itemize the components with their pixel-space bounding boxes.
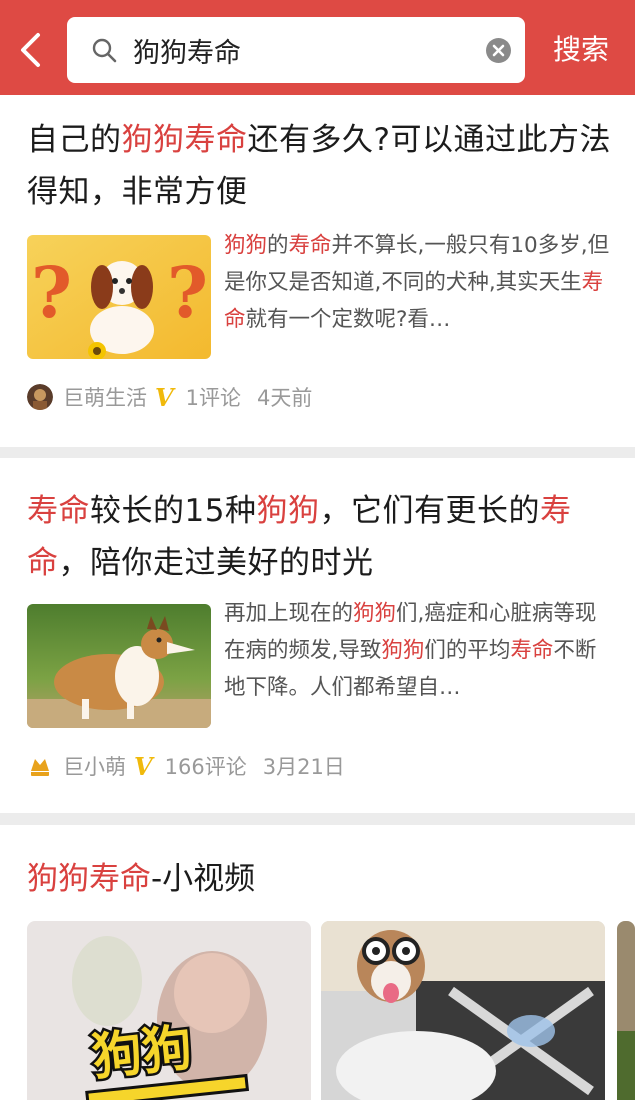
result-meta: 巨萌生活 V 1评论 4天前 [27,382,312,412]
result-title[interactable]: 寿命较长的15种狗狗，它们有更长的寿命，陪你走过美好的时光 [27,485,617,589]
publish-time: 3月21日 [262,755,345,779]
back-button[interactable] [14,30,50,70]
video-overlay-text: 狗狗 [89,1018,195,1086]
dog-question-image: ? ? [27,235,211,359]
result-meta: 巨小萌 V 166评论 3月21日 [27,751,345,781]
search-header: 搜索 [0,0,635,95]
author-name[interactable]: 巨萌生活 [63,382,147,412]
chevron-left-icon [21,33,40,67]
video-card[interactable] [321,921,605,1100]
result-card[interactable]: 寿命较长的15种狗狗，它们有更长的寿命，陪你走过美好的时光 再加上现在的狗狗们,… [0,458,635,813]
result-thumbnail[interactable] [27,604,211,728]
author-avatar[interactable] [27,753,53,779]
result-thumbnail[interactable]: ? ? [27,235,211,359]
video-card[interactable]: 狗狗 [27,921,311,1100]
verified-badge-icon: V [155,382,174,412]
author-avatar[interactable] [27,384,53,410]
comment-count: 166评论 [164,755,247,779]
video-thumbnail [617,921,635,1100]
result-snippet: 狗狗的寿命并不算长,一般只有10多岁,但是你又是否知道,不同的犬种,其实天生寿命… [224,233,610,332]
search-input[interactable] [133,30,473,70]
video-card[interactable] [617,921,635,1100]
search-icon [92,38,117,63]
result-card[interactable]: 自己的狗狗寿命还有多久?可以通过此方法得知，非常方便 ? ? 狗狗的寿命并不算长… [0,95,635,447]
clear-icon[interactable] [486,38,511,63]
result-title[interactable]: 自己的狗狗寿命还有多久?可以通过此方法得知，非常方便 [27,114,617,218]
collie-dog-image [27,604,211,728]
video-thumbnail: 狗狗 [27,921,311,1100]
publish-time: 4天前 [257,386,313,410]
comment-count: 1评论 [185,386,241,410]
svg-text:?: ? [167,251,208,334]
verified-badge-icon: V [134,751,153,781]
status-bar [0,0,635,12]
video-section-title[interactable]: 狗狗寿命-小视频 [27,853,255,898]
svg-text:?: ? [31,251,72,334]
video-thumbnail [321,921,605,1100]
author-name[interactable]: 巨小萌 [63,751,126,781]
result-snippet: 再加上现在的狗狗们,癌症和心脏病等现在病的频发,导致狗狗们的平均寿命不断地下降。… [224,601,597,700]
search-box[interactable] [67,17,525,83]
search-button[interactable]: 搜索 [541,30,621,70]
